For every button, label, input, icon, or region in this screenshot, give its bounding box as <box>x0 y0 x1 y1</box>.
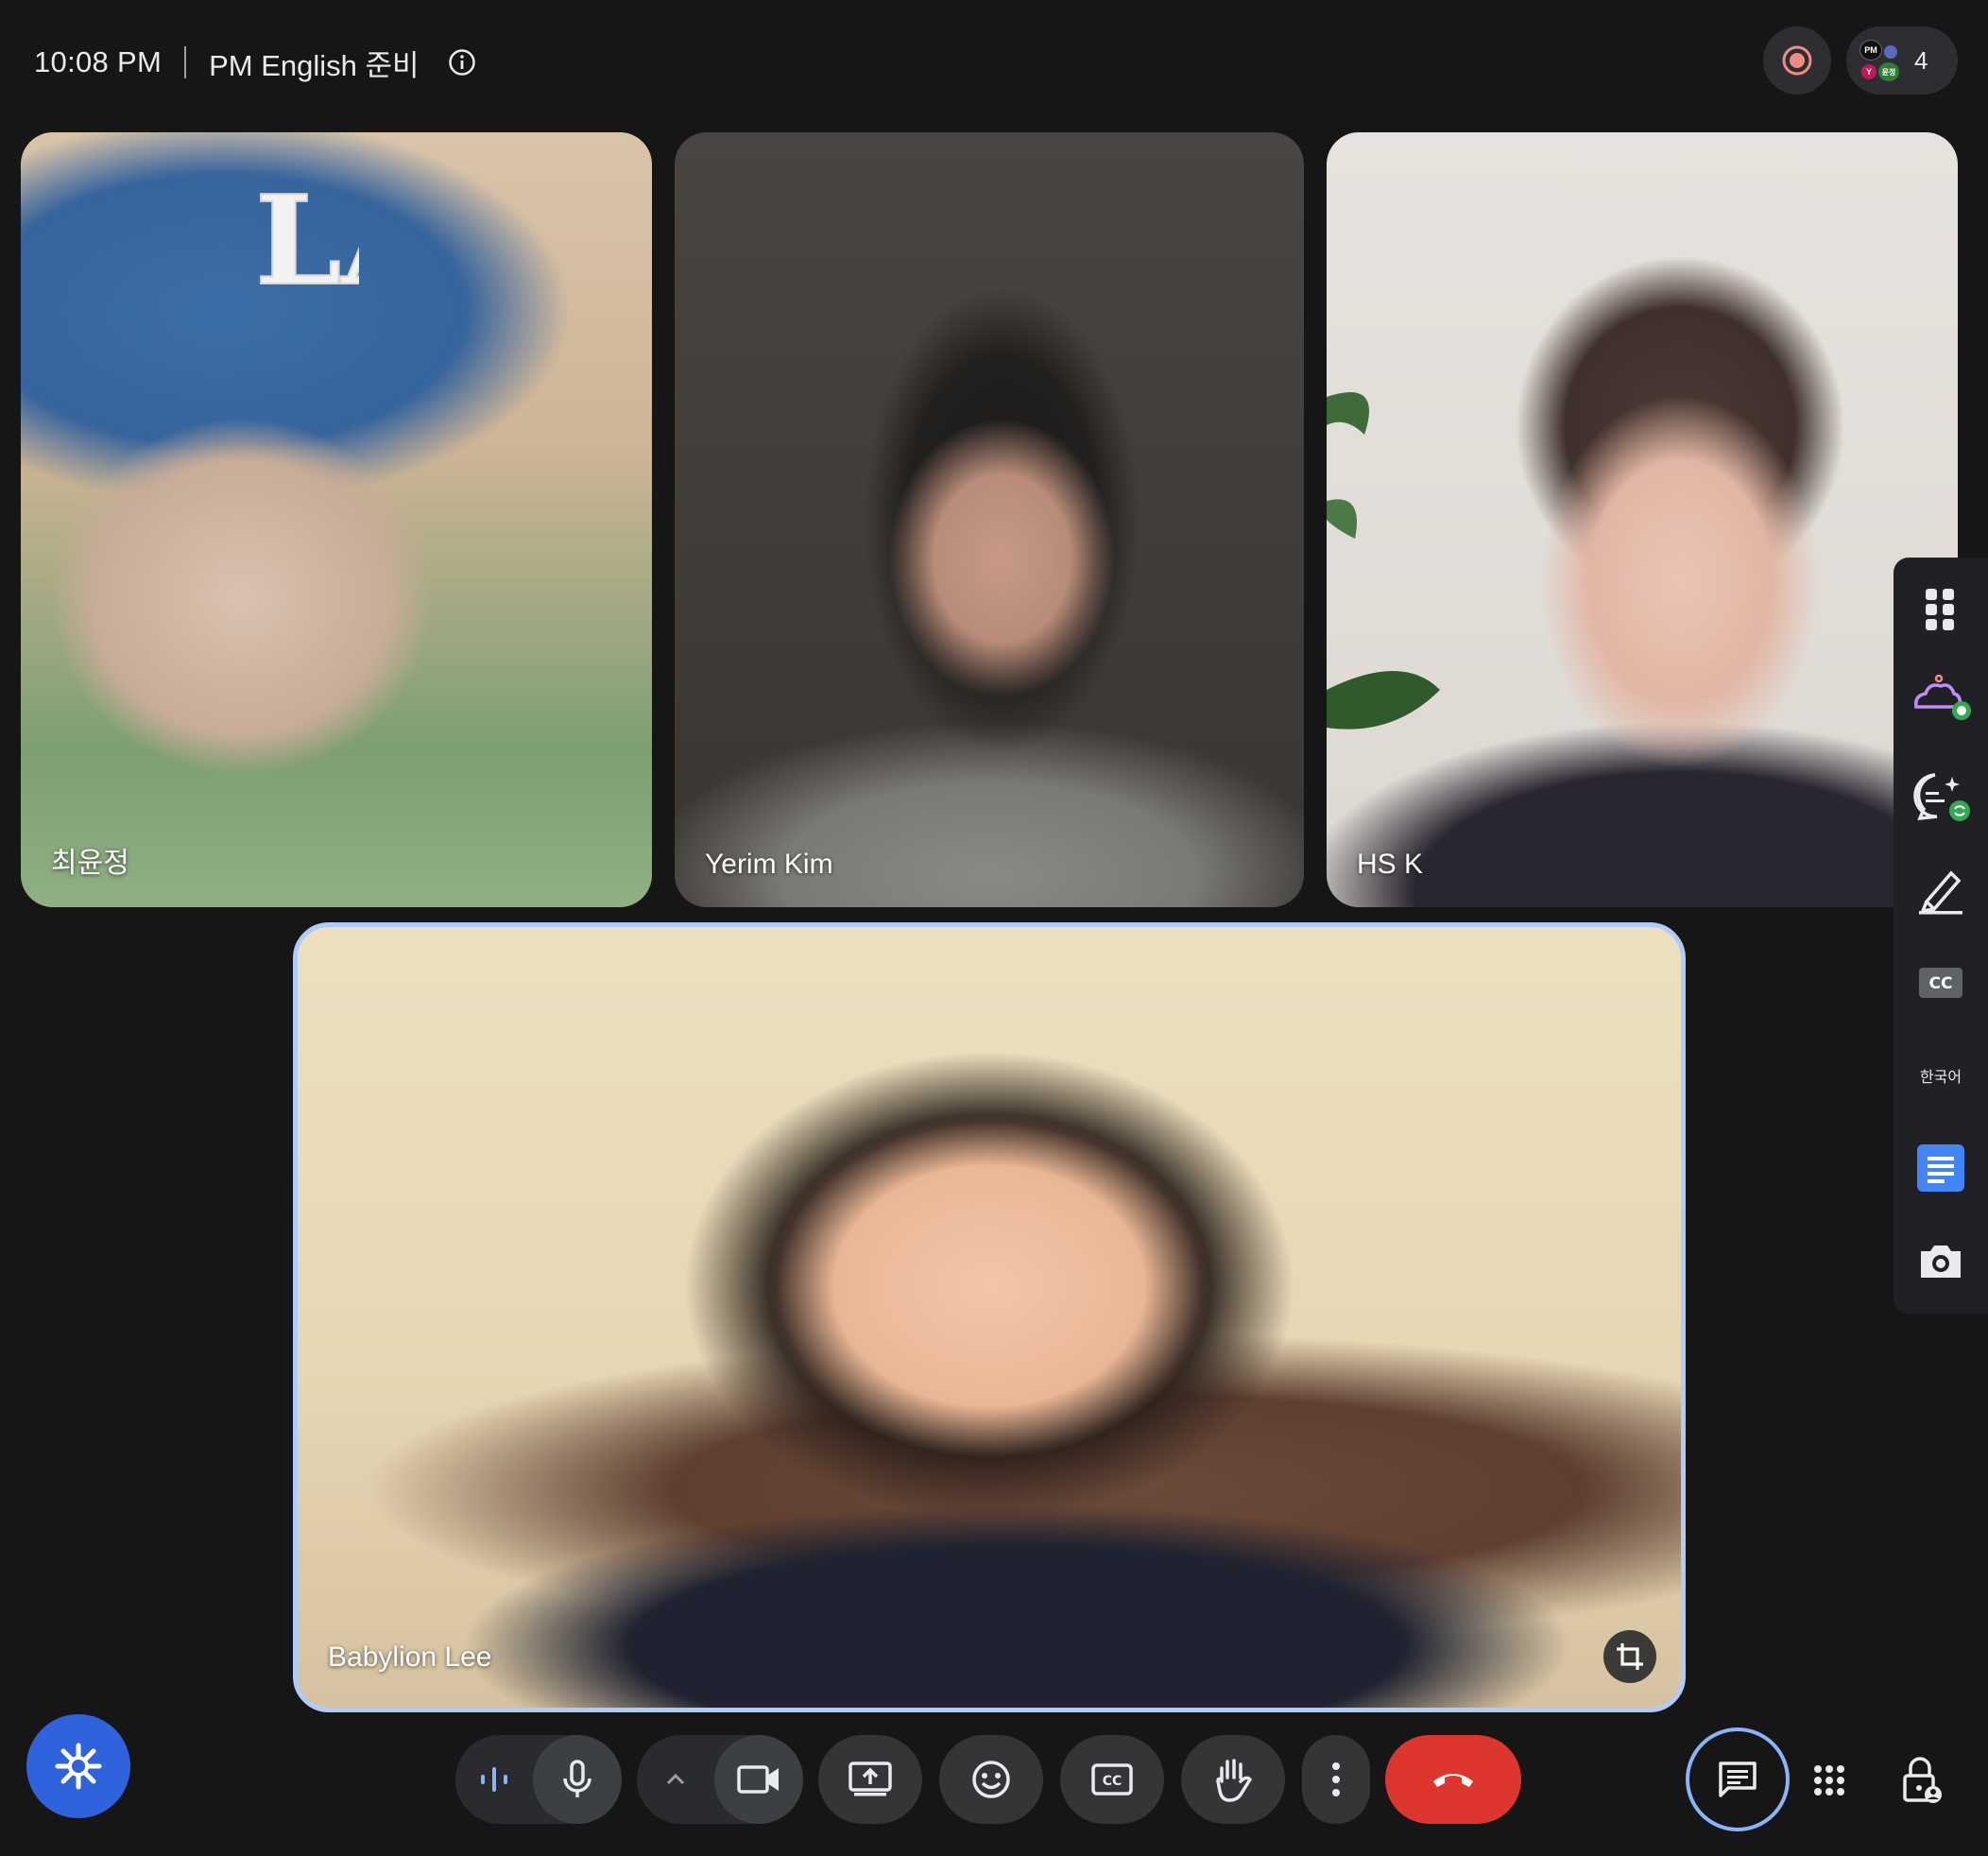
caption-language-button[interactable]: 한국어 <box>1903 1045 1979 1106</box>
side-toolbar: CC 한국어 <box>1894 558 1988 1314</box>
participant-tile-active-speaker[interactable]: Babylion Lee <box>293 922 1686 1712</box>
record-icon <box>1782 45 1812 76</box>
snapshot-button[interactable] <box>1911 1230 1971 1291</box>
avatar: PM <box>1859 40 1882 60</box>
chat-icon <box>1719 1761 1757 1797</box>
camera-snapshot-icon <box>1921 1246 1961 1278</box>
video-camera-icon <box>737 1765 779 1794</box>
cap-logo-icon: LA <box>254 170 359 302</box>
raise-hand-button[interactable] <box>1181 1735 1285 1824</box>
info-icon[interactable] <box>448 48 476 77</box>
participant-count: 4 <box>1914 45 1928 75</box>
participant-avatars: PM Y 윤정 <box>1859 40 1901 81</box>
video-options-button[interactable] <box>637 1735 714 1824</box>
ai-notes-button[interactable] <box>1911 767 1971 828</box>
audio-levels-icon <box>481 1767 507 1792</box>
participant-name: HS K <box>1357 849 1424 880</box>
audio-levels-button[interactable] <box>455 1735 533 1824</box>
docs-button[interactable] <box>1911 1138 1971 1198</box>
weather-effects-icon <box>1913 674 1971 720</box>
sparkle-icon <box>55 1743 102 1790</box>
camera-controls <box>637 1735 803 1824</box>
participant-tile[interactable]: HS K <box>1327 132 1958 907</box>
raise-hand-icon <box>1216 1759 1252 1802</box>
leave-call-button[interactable] <box>1385 1735 1521 1824</box>
crop-icon <box>1617 1643 1643 1670</box>
svg-text:CC: CC <box>1103 1774 1123 1789</box>
participant-tile[interactable]: Yerim Kim <box>675 132 1304 907</box>
activities-button[interactable] <box>1793 1744 1865 1816</box>
microphone-button[interactable] <box>533 1735 622 1824</box>
closed-captions-icon: CC <box>1091 1763 1133 1796</box>
chevron-up-icon <box>666 1773 685 1785</box>
apps-grid-button[interactable] <box>1911 578 1971 639</box>
captions-button[interactable]: CC <box>1060 1735 1164 1824</box>
assistant-button[interactable] <box>26 1714 130 1818</box>
apps-grid-icon <box>1926 589 1954 630</box>
participant-name: 최윤정 <box>51 848 129 879</box>
avatar <box>1884 45 1897 59</box>
reactions-button[interactable] <box>939 1735 1043 1824</box>
caption-language-label: 한국어 <box>1919 1070 1962 1086</box>
apps-grid-icon <box>1814 1765 1844 1796</box>
meeting-title: PM English 준비 <box>209 48 420 82</box>
top-bar: 10:08 PM PM English 준비 <box>34 42 476 83</box>
closed-captions-icon: CC <box>1919 968 1962 998</box>
participant-tile[interactable]: LA 최윤정 <box>21 132 652 907</box>
present-screen-icon <box>848 1761 892 1796</box>
captions-toggle-button[interactable]: CC <box>1911 953 1971 1013</box>
effects-button[interactable] <box>1911 669 1971 730</box>
frame-crop-button[interactable] <box>1603 1630 1656 1683</box>
audio-controls <box>455 1735 622 1824</box>
participants-button[interactable]: PM Y 윤정 4 <box>1846 26 1958 95</box>
whiteboard-pen-icon <box>1919 870 1962 915</box>
docs-icon <box>1917 1144 1964 1192</box>
chat-button[interactable] <box>1686 1727 1790 1831</box>
host-controls-button[interactable] <box>1886 1744 1958 1816</box>
recording-indicator-button[interactable] <box>1763 26 1831 95</box>
present-screen-button[interactable] <box>818 1735 922 1824</box>
more-vert-icon <box>1332 1762 1340 1796</box>
whiteboard-button[interactable] <box>1911 860 1971 920</box>
participant-name: Yerim Kim <box>705 849 833 880</box>
emoji-smile-icon <box>972 1761 1010 1798</box>
divider <box>184 46 187 78</box>
plant-leaves <box>1327 392 1440 730</box>
microphone-icon <box>563 1760 591 1797</box>
avatar: 윤정 <box>1878 62 1899 81</box>
clock-time: 10:08 PM <box>34 45 163 78</box>
lock-person-icon <box>1903 1757 1942 1803</box>
more-options-button[interactable] <box>1302 1735 1370 1824</box>
participant-name: Babylion Lee <box>328 1641 492 1673</box>
hang-up-icon <box>1433 1774 1473 1787</box>
camera-button[interactable] <box>714 1735 803 1824</box>
svg-text:CC: CC <box>1929 974 1953 993</box>
avatar: Y <box>1861 64 1877 79</box>
svg-text:LA: LA <box>255 170 359 302</box>
ai-notes-icon <box>1913 773 1970 821</box>
